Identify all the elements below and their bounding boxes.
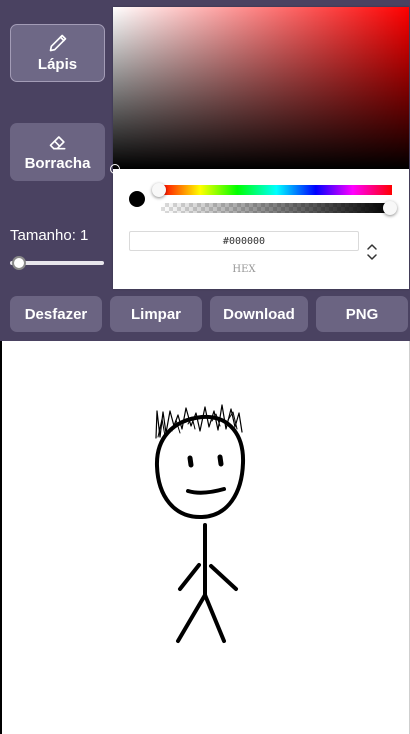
alpha-slider-thumb[interactable]: [383, 201, 397, 215]
drawing-left-eye: [187, 455, 194, 468]
drawing-left-arm-stroke: [178, 563, 201, 591]
pencil-icon: [49, 34, 66, 52]
pencil-tool-label: Lápis: [37, 56, 78, 73]
drawing-mouth-stroke: [186, 487, 226, 495]
drawing-right-leg-stroke: [203, 593, 226, 643]
drawing-layer: [154, 404, 246, 643]
undo-button[interactable]: Desfazer: [10, 296, 102, 332]
drawing-right-arm-stroke: [209, 564, 238, 591]
size-slider[interactable]: [10, 256, 104, 270]
drawing-left-leg-stroke: [176, 593, 207, 643]
format-toggle-icon[interactable]: [364, 241, 380, 263]
hex-mode-label: HEX: [232, 264, 256, 275]
eraser-icon: [49, 136, 65, 150]
eraser-tool-label: Borracha: [24, 155, 91, 172]
eraser-tool-button[interactable]: Borracha: [10, 123, 105, 181]
size-slider-thumb[interactable]: [12, 256, 26, 270]
alpha-slider[interactable]: [161, 203, 392, 213]
current-color-swatch: [129, 191, 145, 207]
toolbar: Lápis Borracha Tamanho: 1 HEX Desfazer L…: [0, 0, 410, 341]
saturation-pointer[interactable]: [110, 164, 120, 174]
drawing-right-eye: [217, 454, 224, 467]
drawing-canvas[interactable]: [0, 341, 410, 734]
drawing-head-stroke: [154, 414, 246, 520]
format-button[interactable]: PNG: [316, 296, 408, 332]
saturation-area[interactable]: [110, 7, 409, 174]
color-picker: HEX: [110, 7, 409, 289]
clear-button[interactable]: Limpar: [110, 296, 202, 332]
hue-slider[interactable]: [161, 185, 392, 195]
hue-slider-thumb[interactable]: [152, 183, 166, 197]
hex-input[interactable]: [129, 231, 359, 251]
size-label: Tamanho: 1: [10, 227, 89, 244]
download-button[interactable]: Download: [210, 296, 308, 332]
pencil-tool-button[interactable]: Lápis: [10, 24, 105, 82]
